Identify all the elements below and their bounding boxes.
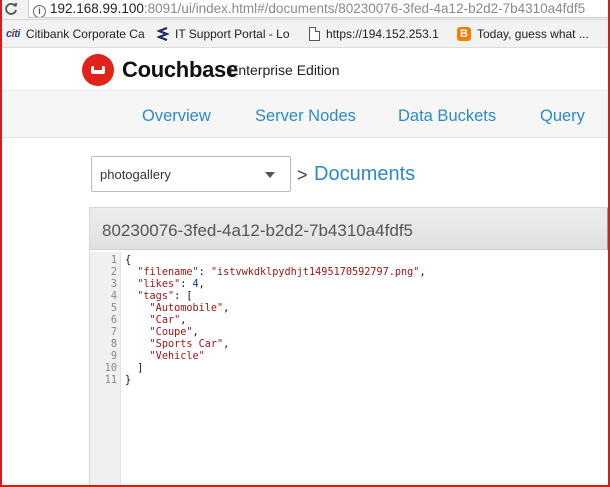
page-title[interactable]: Documents bbox=[314, 163, 415, 186]
bookmark-label: Today, guess what ... bbox=[477, 27, 589, 41]
line-number: 11 bbox=[104, 375, 117, 386]
code-line: "Automobile", bbox=[149, 303, 230, 314]
nav-data-buckets[interactable]: Data Buckets bbox=[398, 107, 496, 126]
code-line: ] bbox=[125, 363, 144, 374]
main-nav: Overview Server Nodes Data Buckets Query bbox=[0, 90, 610, 138]
blogger-icon: B bbox=[457, 27, 471, 41]
code-line: "Coupe", bbox=[149, 327, 199, 338]
code-line: "tags": [ bbox=[137, 291, 193, 302]
nav-overview[interactable]: Overview bbox=[142, 107, 211, 126]
bookmarks-bar: citi Citibank Corporate Ca IT Support Po… bbox=[0, 20, 610, 48]
line-number: 1 bbox=[110, 255, 117, 266]
bucket-select[interactable]: photogallery bbox=[91, 156, 291, 192]
bookmark-label: https://194.152.253.1 bbox=[326, 27, 439, 41]
bookmark-citibank[interactable]: citi Citibank Corporate Ca bbox=[6, 26, 146, 42]
nav-query[interactable]: Query bbox=[540, 107, 585, 126]
url-host: 192.168.99.100 bbox=[50, 1, 144, 16]
line-number: 4 bbox=[110, 291, 117, 302]
couchbase-logo-icon[interactable] bbox=[82, 54, 114, 86]
line-number: 6 bbox=[110, 315, 117, 326]
code-line: "filename": "istvwkdklpydhjt149517059279… bbox=[137, 267, 426, 278]
page-icon bbox=[309, 27, 320, 41]
code-line: { bbox=[125, 255, 132, 266]
code-line: } bbox=[125, 375, 132, 386]
document-header: 80230076-3fed-4a12-b2d2-7b4310a4fdf5 bbox=[90, 208, 610, 250]
bookmark-it-support[interactable]: IT Support Portal - Lo bbox=[157, 26, 297, 42]
bookmark-blog[interactable]: B Today, guess what ... bbox=[457, 26, 607, 42]
line-number: 9 bbox=[110, 351, 117, 362]
brand-name: Couchbase bbox=[122, 57, 238, 82]
reload-icon[interactable] bbox=[3, 1, 19, 17]
line-number: 10 bbox=[104, 363, 117, 374]
bucket-select-value: photogallery bbox=[100, 167, 171, 182]
chevron-down-icon bbox=[265, 172, 275, 178]
line-number: 7 bbox=[110, 327, 117, 338]
code-line: "Car", bbox=[149, 315, 187, 326]
breadcrumb-separator: > bbox=[297, 165, 308, 185]
citi-icon: citi bbox=[6, 28, 20, 40]
servicenow-icon bbox=[157, 27, 169, 41]
json-editor[interactable]: 1 2 3 4 5 6 7 8 9 10 11 { "filename": "i… bbox=[90, 252, 610, 487]
url-input[interactable]: i 192.168.99.100:8091/ui/index.html#/docu… bbox=[28, 0, 610, 18]
document-panel: 80230076-3fed-4a12-b2d2-7b4310a4fdf5 1 2… bbox=[89, 207, 610, 487]
url-path: :8091/ui/index.html#/documents/80230076-… bbox=[143, 1, 586, 16]
line-number: 8 bbox=[110, 339, 117, 350]
bookmark-label: Citibank Corporate Ca bbox=[25, 27, 145, 41]
app-header: Couchbase Enterprise Edition bbox=[0, 48, 610, 90]
document-id: 80230076-3fed-4a12-b2d2-7b4310a4fdf5 bbox=[102, 221, 413, 240]
line-number: 2 bbox=[110, 267, 117, 278]
code-line: "Vehicle" bbox=[149, 351, 205, 362]
bookmark-url[interactable]: https://194.152.253.1 bbox=[309, 26, 446, 42]
code-line: "Sports Car", bbox=[149, 339, 230, 350]
info-icon[interactable]: i bbox=[33, 5, 46, 17]
nav-server-nodes[interactable]: Server Nodes bbox=[255, 107, 356, 126]
bookmark-label: IT Support Portal - Lo bbox=[175, 27, 290, 41]
code-line: "likes": 4, bbox=[137, 279, 205, 290]
edition-label: Enterprise Edition bbox=[229, 62, 340, 78]
browser-address-bar: i 192.168.99.100:8091/ui/index.html#/docu… bbox=[0, 0, 610, 20]
line-number: 3 bbox=[110, 279, 117, 290]
line-number: 5 bbox=[110, 303, 117, 314]
